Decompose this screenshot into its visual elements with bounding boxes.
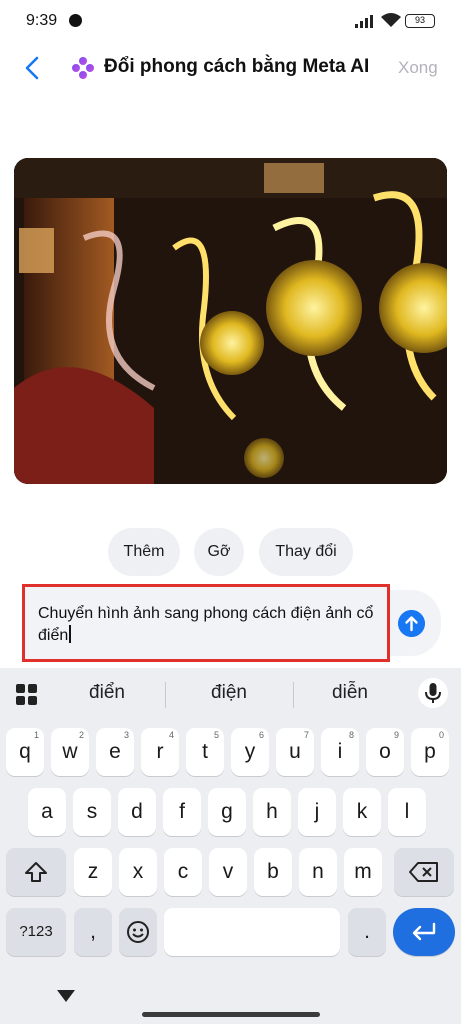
wifi-icon xyxy=(381,13,401,27)
key-label: q xyxy=(19,740,31,763)
key-x[interactable]: x xyxy=(119,848,157,896)
key-label: e xyxy=(109,740,121,763)
key-k[interactable]: k xyxy=(343,788,381,836)
home-indicator[interactable] xyxy=(142,1012,320,1017)
key-hint: 1 xyxy=(33,730,39,740)
lantern-artwork-image xyxy=(14,158,447,484)
apps-grid-icon[interactable] xyxy=(16,684,38,706)
backspace-icon xyxy=(409,862,438,882)
key-label: u xyxy=(289,740,301,763)
key-j[interactable]: j xyxy=(298,788,336,836)
key-hint: 7 xyxy=(303,730,309,740)
status-time: 9:39 xyxy=(26,12,58,29)
key-d[interactable]: d xyxy=(118,788,156,836)
key-i[interactable]: i8 xyxy=(321,728,359,776)
key-label: p xyxy=(424,740,436,763)
shift-key[interactable] xyxy=(6,848,66,896)
prompt-text: Chuyển hình ảnh sang phong cách điện ảnh… xyxy=(38,605,374,644)
meta-ai-sparkle-icon xyxy=(72,57,94,79)
key-o[interactable]: o9 xyxy=(366,728,404,776)
key-hint: 8 xyxy=(348,730,354,740)
send-arrow-icon[interactable] xyxy=(398,610,425,637)
page-title: Đổi phong cách bằng Meta AI xyxy=(104,56,370,77)
key-r[interactable]: r4 xyxy=(141,728,179,776)
key-label: t xyxy=(202,740,208,763)
suggestion-divider xyxy=(165,682,166,708)
battery-icon: 93 xyxy=(405,14,435,28)
key-s[interactable]: s xyxy=(73,788,111,836)
prompt-input[interactable]: Chuyển hình ảnh sang phong cách điện ảnh… xyxy=(22,584,390,662)
key-b[interactable]: b xyxy=(254,848,292,896)
chip-add[interactable]: Thêm xyxy=(108,528,180,576)
key-g[interactable]: g xyxy=(208,788,246,836)
key-label: y xyxy=(244,740,256,763)
emoji-icon xyxy=(127,921,149,943)
symbols-key[interactable]: ?123 xyxy=(6,908,66,956)
key-n[interactable]: n xyxy=(299,848,337,896)
chip-change[interactable]: Thay đổi xyxy=(259,528,353,576)
back-chevron-icon[interactable] xyxy=(20,54,46,82)
nav-down-icon[interactable] xyxy=(56,988,76,1004)
key-label: i xyxy=(337,740,343,763)
done-button[interactable]: Xong xyxy=(398,58,438,78)
navigation-bar xyxy=(0,976,461,1024)
suggestion-2[interactable]: điện xyxy=(174,682,284,704)
period-key[interactable]: . xyxy=(348,908,386,956)
microphone-icon[interactable] xyxy=(418,678,448,708)
key-hint: 2 xyxy=(78,730,84,740)
suggestion-divider xyxy=(293,682,294,708)
message-icon xyxy=(69,14,82,27)
backspace-key[interactable] xyxy=(394,848,454,896)
key-m[interactable]: m xyxy=(344,848,382,896)
space-key[interactable] xyxy=(164,908,340,956)
comma-key[interactable]: , xyxy=(74,908,112,956)
key-u[interactable]: u7 xyxy=(276,728,314,776)
key-p[interactable]: p0 xyxy=(411,728,449,776)
key-h[interactable]: h xyxy=(253,788,291,836)
edit-options: Thêm Gỡ Thay đổi xyxy=(0,528,461,576)
key-v[interactable]: v xyxy=(209,848,247,896)
key-t[interactable]: t5 xyxy=(186,728,224,776)
suggestion-bar: điển điện diễn xyxy=(0,668,461,720)
key-hint: 5 xyxy=(213,730,219,740)
chip-remove[interactable]: Gỡ xyxy=(194,528,244,576)
photo-preview xyxy=(14,158,447,484)
key-e[interactable]: e3 xyxy=(96,728,134,776)
key-hint: 4 xyxy=(168,730,174,740)
key-c[interactable]: c xyxy=(164,848,202,896)
status-bar: 9:39 93 xyxy=(0,0,461,44)
enter-icon xyxy=(412,922,436,941)
key-f[interactable]: f xyxy=(163,788,201,836)
key-w[interactable]: w2 xyxy=(51,728,89,776)
key-label: w xyxy=(62,740,78,763)
suggestion-3[interactable]: diễn xyxy=(295,682,405,704)
key-a[interactable]: a xyxy=(28,788,66,836)
key-z[interactable]: z xyxy=(74,848,112,896)
emoji-key[interactable] xyxy=(119,908,157,956)
signal-icon xyxy=(355,15,373,28)
suggestion-1[interactable]: điển xyxy=(52,682,162,704)
text-caret xyxy=(69,625,72,643)
key-hint: 3 xyxy=(123,730,129,740)
shift-icon xyxy=(25,862,47,882)
key-hint: 9 xyxy=(393,730,399,740)
key-label: o xyxy=(379,740,391,763)
key-q[interactable]: q1 xyxy=(6,728,44,776)
key-label: r xyxy=(156,740,164,763)
key-y[interactable]: y6 xyxy=(231,728,269,776)
enter-key[interactable] xyxy=(393,908,455,956)
key-hint: 6 xyxy=(258,730,264,740)
top-bar: Đổi phong cách bằng Meta AI Xong xyxy=(0,46,461,90)
key-l[interactable]: l xyxy=(388,788,426,836)
key-hint: 0 xyxy=(438,730,444,740)
keyboard: điển điện diễn q1 w2 e3 r4 t5 y6 u7 i8 o… xyxy=(0,668,461,1024)
